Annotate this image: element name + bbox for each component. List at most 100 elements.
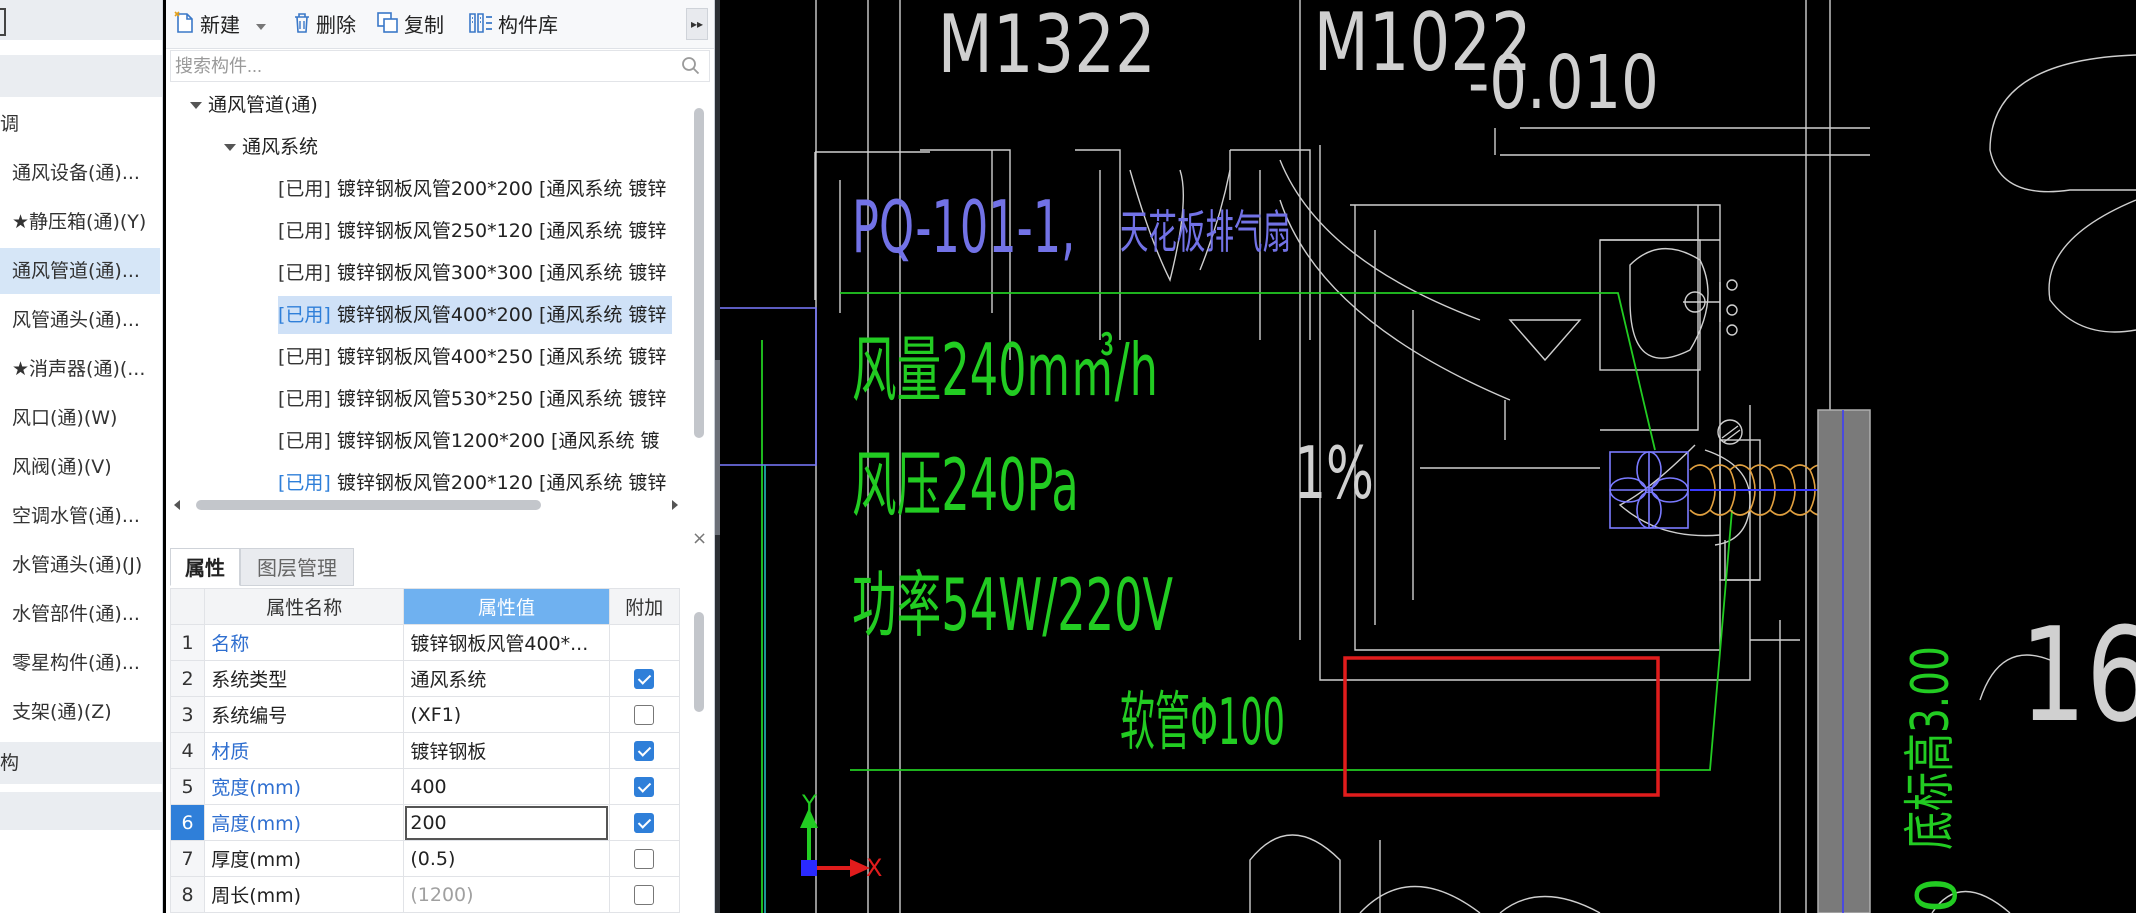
sidebar-group-hvac[interactable]: 调 [0, 106, 162, 142]
sidebar-top-band [0, 0, 162, 40]
tree-item[interactable]: [已用] 镀锌钢板风管200*120 [通风系统 镀锌 [278, 464, 666, 498]
used-tag: [已用] [278, 262, 331, 284]
sidebar-top-icon[interactable] [0, 8, 6, 36]
used-tag: [已用] [278, 178, 331, 200]
tree-item-label: 镀锌钢板风管300*300 [通风系统 镀锌 [336, 262, 667, 284]
table-row[interactable]: 5 宽度(mm) 400 [169, 768, 681, 805]
sidebar-group-structure[interactable]: 构 [0, 745, 162, 781]
used-tag: [已用] [278, 220, 331, 242]
tab-properties[interactable]: 属性 [170, 548, 240, 586]
tree-item[interactable]: [已用] 镀锌钢板风管200*200 [通风系统 镀锌 [278, 170, 666, 208]
used-tag: [已用] [278, 430, 331, 452]
toolbar-overflow-button[interactable]: ▸▸ [686, 8, 708, 40]
attach-cell [608, 804, 681, 841]
property-name: 高度(mm) [204, 804, 405, 841]
chevron-down-icon[interactable] [224, 144, 236, 151]
sidebar-item-duct-fitting[interactable]: 风管通头(通)... [0, 297, 160, 343]
property-value[interactable]: 镀锌钢板风管400*... [403, 624, 610, 661]
cad-canvas[interactable]: M1322 M1022 -0.010 16 1% PQ-101-1, 天花板排气… [720, 0, 2136, 913]
table-row[interactable]: 3 系统编号 (XF1) [169, 696, 681, 733]
sidebar-item-pipe-fitting[interactable]: 水管通头(通)(J) [0, 542, 160, 588]
used-tag: [已用] [278, 472, 331, 494]
new-button[interactable]: 新建 [174, 10, 267, 43]
sidebar-item-static-pressure-box[interactable]: ★静压箱(通)(Y) [0, 199, 160, 245]
tree-child-node[interactable]: 通风系统 [224, 128, 318, 166]
attach-checkbox[interactable] [634, 885, 655, 905]
table-row[interactable]: 8 周长(mm) (1200) [169, 876, 681, 913]
search-input[interactable] [171, 51, 677, 81]
property-value[interactable]: (XF1) [403, 696, 610, 733]
tree-root-node[interactable]: 通风管道(通) [190, 86, 318, 124]
library-button[interactable]: 构件库 [468, 10, 558, 40]
sidebar-item-misc-component[interactable]: 零星构件(通)... [0, 640, 160, 686]
row-index: 5 [169, 768, 206, 805]
tree-horizontal-scrollbar[interactable] [196, 500, 541, 510]
component-panel: 新建 删除 复制 构件库 ▸▸ 通风管道(通) 通 [166, 0, 715, 532]
properties-scrollbar[interactable] [694, 612, 704, 712]
component-search[interactable] [170, 50, 710, 82]
tree-item[interactable]: [已用] 镀锌钢板风管300*300 [通风系统 镀锌 [278, 254, 666, 292]
fan-tag-label: PQ-101-1, [852, 186, 1075, 270]
attach-checkbox[interactable] [634, 849, 655, 869]
property-value[interactable]: 镀锌钢板 [403, 732, 610, 769]
close-icon[interactable]: × [692, 530, 707, 548]
property-value[interactable]: 通风系统 [403, 660, 610, 697]
hose-label: 软管Φ100 [1120, 686, 1285, 760]
delete-button[interactable]: 删除 [292, 10, 356, 40]
property-name: 厚度(mm) [204, 840, 405, 877]
toilet-symbol [1618, 419, 1761, 581]
tree-item-label: 镀锌钢板风管250*120 [通风系统 镀锌 [336, 220, 667, 242]
component-toolbar: 新建 删除 复制 构件库 ▸▸ [166, 0, 714, 49]
slope-label: 1% [1294, 431, 1374, 516]
trash-icon [292, 11, 312, 43]
copy-button-label: 复制 [404, 13, 444, 37]
sidebar-item-ac-water-pipe[interactable]: 空调水管(通)... [0, 493, 160, 539]
table-row-current[interactable]: 6 高度(mm) 200 [169, 804, 681, 841]
tree-item[interactable]: [已用] 镀锌钢板风管530*250 [通风系统 镀锌 [278, 380, 666, 418]
scroll-left-arrow[interactable] [174, 500, 180, 510]
attach-cell [608, 732, 681, 769]
tab-layer-management[interactable]: 图层管理 [240, 548, 354, 586]
tree-item-selected[interactable]: [已用] 镀锌钢板风管400*200 [通风系统 镀锌 [278, 296, 673, 334]
left-duct-outline [720, 307, 817, 466]
sidebar-item-silencer[interactable]: ★消声器(通)(... [0, 346, 160, 392]
sidebar-item-air-outlet[interactable]: 风口(通)(W) [0, 395, 160, 441]
sidebar-item-ventilation-duct[interactable]: 通风管道(通)... [0, 248, 160, 294]
table-row[interactable]: 4 材质 镀锌钢板 [169, 732, 681, 769]
copy-button[interactable]: 复制 [376, 10, 444, 40]
tree-item[interactable]: [已用] 镀锌钢板风管400*250 [通风系统 镀锌 [278, 338, 666, 376]
property-value-input[interactable]: 200 [403, 804, 610, 841]
table-row[interactable]: 1 名称 镀锌钢板风管400*... [169, 624, 681, 661]
attach-checkbox[interactable] [634, 741, 655, 761]
chevron-down-icon[interactable] [256, 23, 267, 30]
row-index: 2 [169, 660, 206, 697]
attach-checkbox[interactable] [634, 813, 655, 833]
sidebar-item-air-valve[interactable]: 风阀(通)(V) [0, 444, 160, 490]
property-value[interactable]: 400 [403, 768, 610, 805]
sidebar-item-ventilation-equipment[interactable]: 通风设备(通)... [0, 150, 160, 196]
attach-checkbox[interactable] [634, 705, 655, 725]
row-index: 6 [169, 804, 206, 841]
attach-checkbox[interactable] [634, 669, 655, 689]
new-file-icon [174, 10, 196, 43]
sidebar-item-pipe-part[interactable]: 水管部件(通)... [0, 591, 160, 637]
property-value[interactable]: (0.5) [403, 840, 610, 877]
tree-item[interactable]: [已用] 镀锌钢板风管250*120 [通风系统 镀锌 [278, 212, 666, 250]
table-row[interactable]: 2 系统类型 通风系统 [169, 660, 681, 697]
search-icon[interactable] [681, 56, 701, 81]
col-header-name: 属性名称 [204, 588, 405, 625]
cad-drawing[interactable]: M1322 M1022 -0.010 16 1% PQ-101-1, 天花板排气… [720, 0, 2136, 913]
highlight-rectangle [1343, 656, 1660, 797]
row-index: 8 [169, 876, 206, 913]
library-icon [468, 11, 494, 43]
scroll-right-arrow[interactable] [672, 500, 678, 510]
sidebar-item-support[interactable]: 支架(通)(Z) [0, 689, 160, 735]
chevron-down-icon[interactable] [190, 102, 202, 109]
tree-item[interactable]: [已用] 镀锌钢板风管1200*200 [通风系统 镀 [278, 422, 660, 460]
table-row[interactable]: 7 厚度(mm) (0.5) [169, 840, 681, 877]
attach-checkbox[interactable] [634, 777, 655, 797]
property-value[interactable]: (1200) [403, 876, 610, 913]
property-name: 系统编号 [204, 696, 405, 733]
tree-vertical-scrollbar[interactable] [694, 108, 704, 438]
sidebar-band [0, 55, 162, 97]
